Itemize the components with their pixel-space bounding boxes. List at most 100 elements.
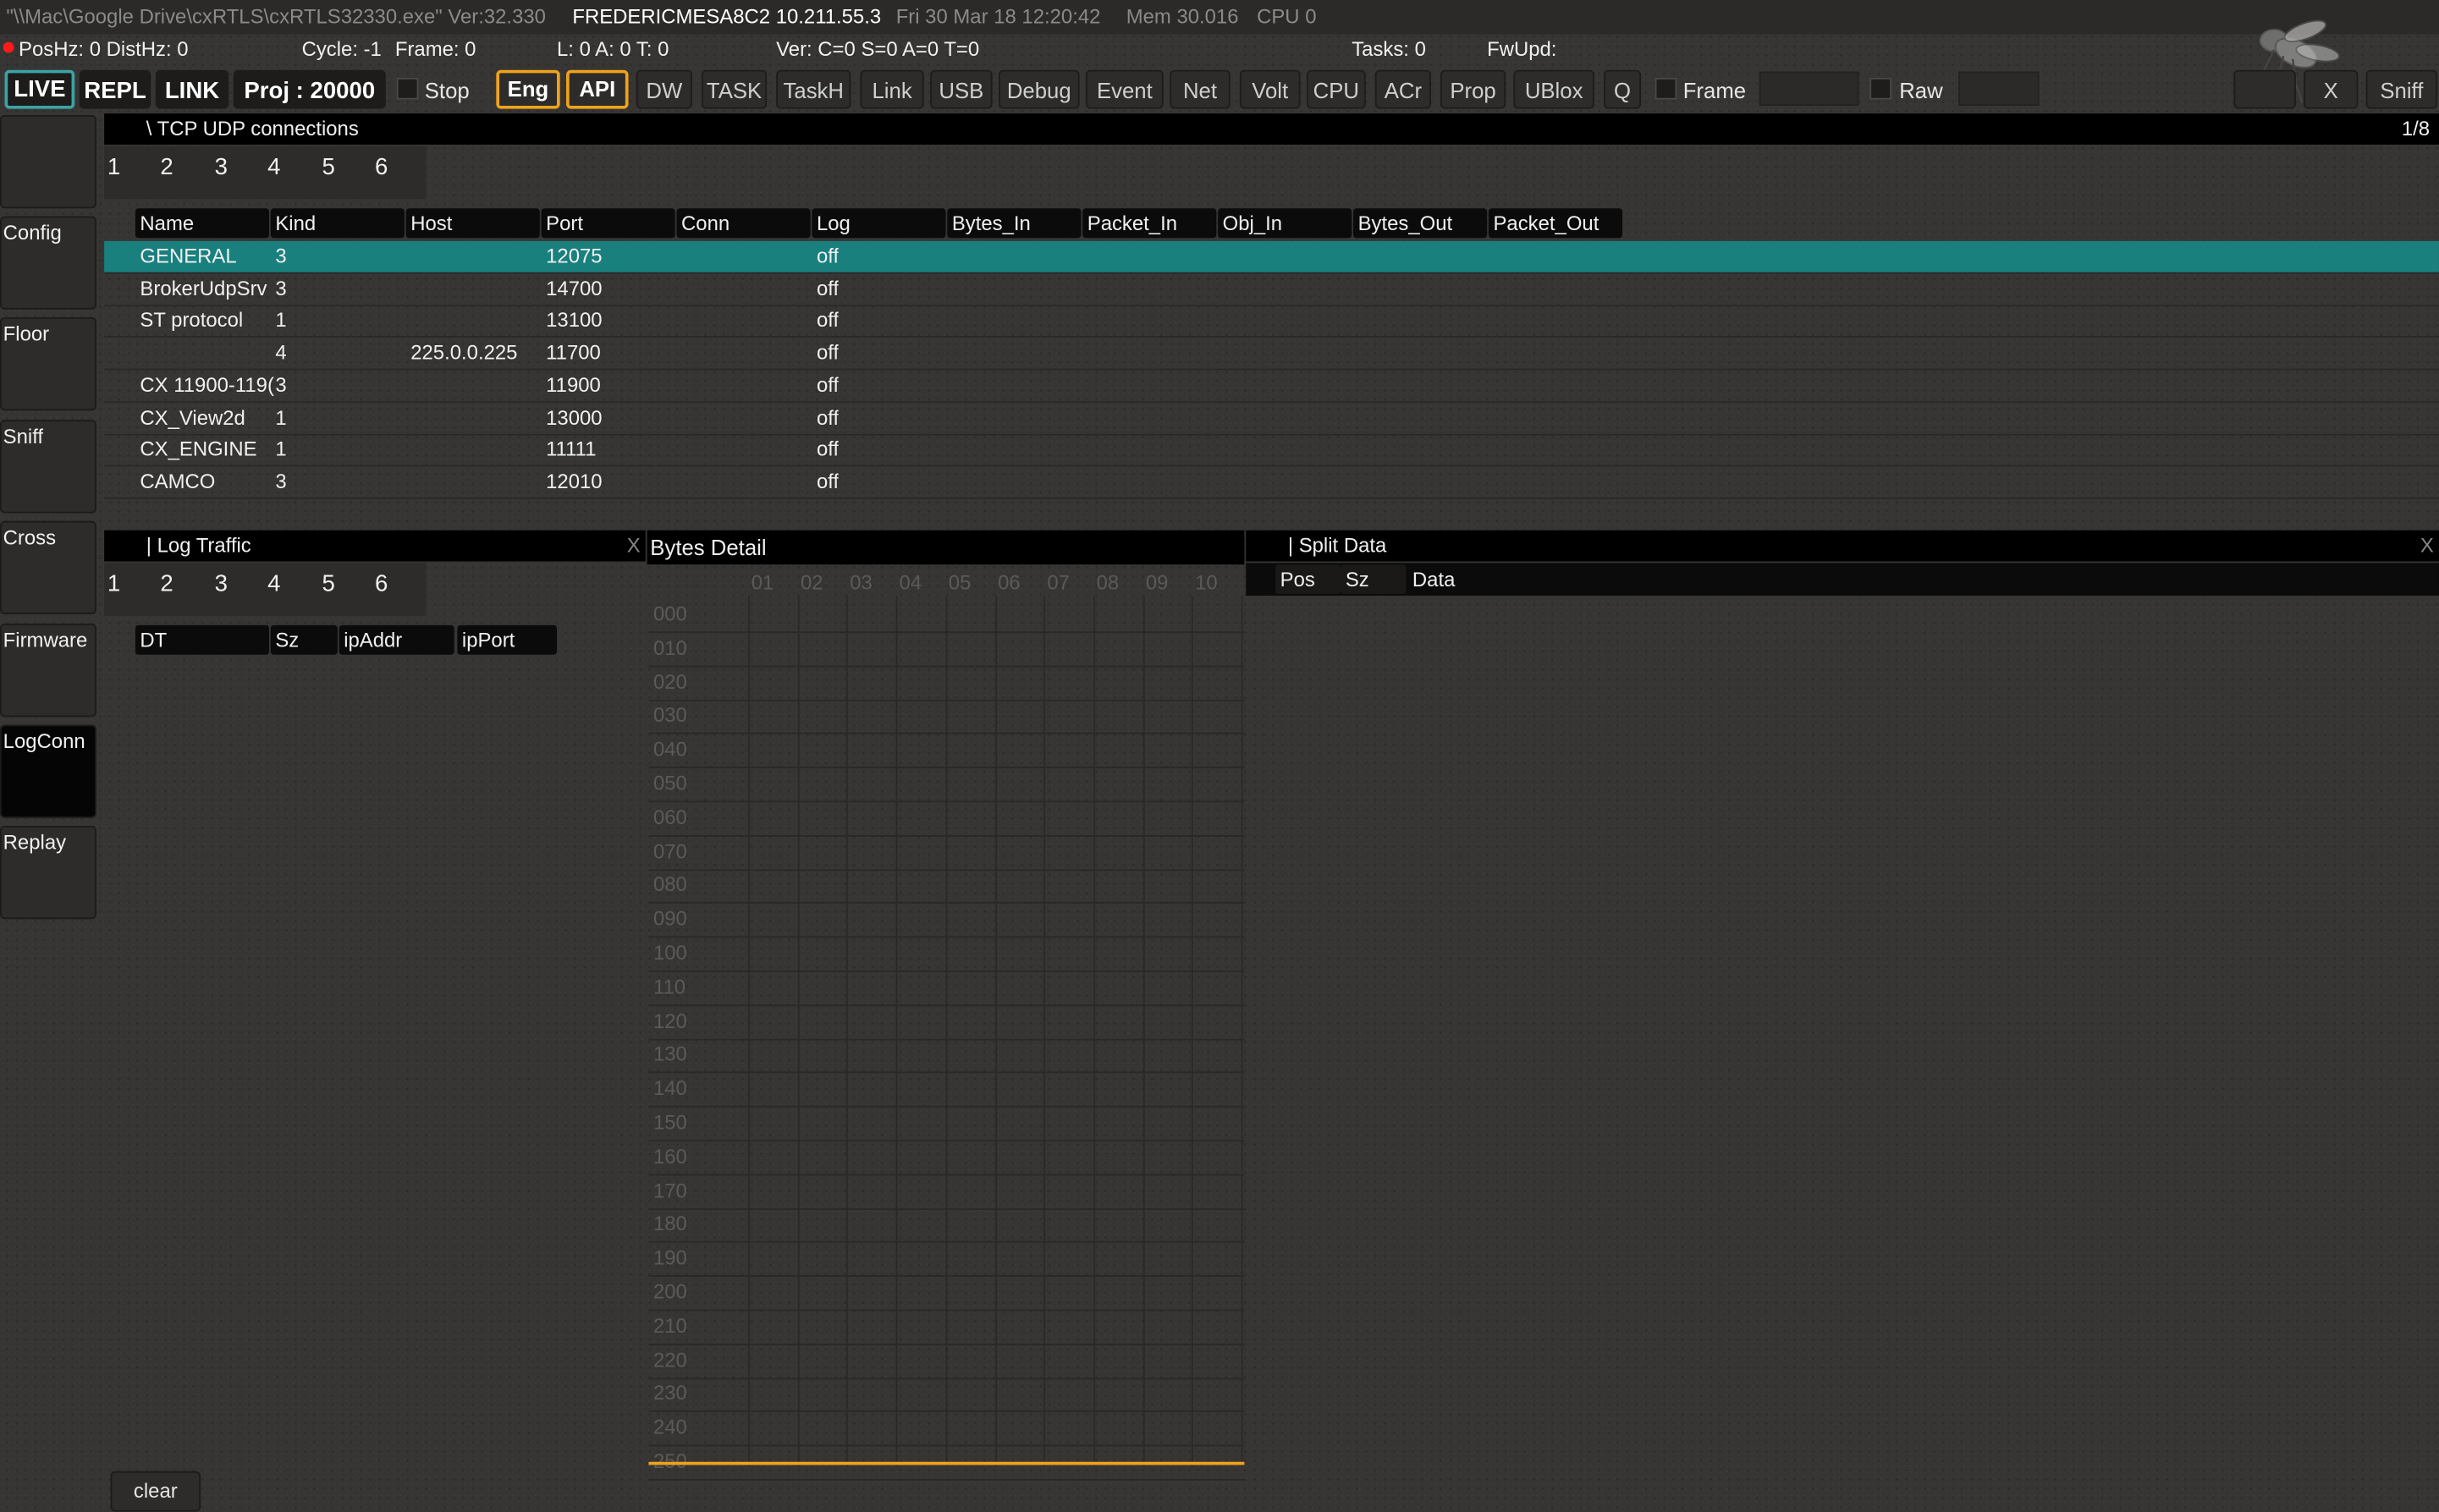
log-traffic-close[interactable]: X (627, 533, 641, 558)
sidebar-item-replay[interactable]: Replay (0, 825, 96, 920)
link-button[interactable]: Link (860, 69, 924, 109)
connection-row[interactable]: 4 225.0.0.225 11700 off (104, 338, 2439, 371)
bytes-row-label: 080 (652, 872, 687, 897)
sidebar-item-cross[interactable]: Cross (0, 520, 96, 615)
grid-line (648, 834, 1245, 837)
sidebar-item-config[interactable]: Config (0, 216, 96, 310)
frame-label: Frame (1682, 77, 1747, 103)
conn-tab-4[interactable]: 4 (267, 154, 280, 180)
conn-col-packet-in[interactable]: Packet_In (1082, 208, 1217, 239)
conn-col-port[interactable]: Port (541, 208, 675, 239)
usb-button[interactable]: USB (930, 69, 993, 109)
dw-button[interactable]: DW (636, 69, 692, 109)
repl-button[interactable]: REPL (79, 69, 151, 109)
q-button[interactable]: Q (1603, 69, 1642, 109)
conn-cell-kind: 1 (275, 308, 287, 333)
poshz-label: PosHz: 0 DistHz: 0 (19, 37, 189, 61)
log-tab-5[interactable]: 5 (322, 571, 334, 597)
net-button[interactable]: Net (1170, 69, 1231, 109)
sidebar-item-logconn[interactable]: LogConn (0, 724, 96, 818)
bytes-detail-grid: 01 02 03 04 05 06 07 08 09 10 000 010 020 030 040 050 06… (648, 564, 1245, 1481)
log-col-dt[interactable]: DT (135, 624, 269, 655)
frame-checkbox[interactable] (1654, 77, 1677, 100)
live-button[interactable]: LIVE (4, 69, 75, 109)
acr-button[interactable]: ACr (1374, 69, 1431, 109)
api-button[interactable]: API (566, 69, 629, 109)
conn-col-obj-in[interactable]: Obj_In (1218, 208, 1352, 239)
conn-col-packet-out[interactable]: Packet_Out (1488, 208, 1623, 239)
grid-line (648, 767, 1245, 769)
sniff-button[interactable]: Sniff (2365, 69, 2438, 109)
connection-row[interactable]: CX_View2d 1 13000 off (104, 402, 2439, 435)
event-button[interactable]: Event (1085, 69, 1164, 109)
conn-tab-1[interactable]: 1 (107, 154, 120, 180)
log-tab-4[interactable]: 4 (267, 571, 280, 597)
conn-tab-3[interactable]: 3 (215, 154, 228, 180)
fly-button[interactable] (2233, 69, 2296, 109)
raw-checkbox[interactable] (1869, 77, 1892, 100)
conn-col-log[interactable]: Log (812, 208, 946, 239)
status-bar: PosHz: 0 DistHz: 0 Cycle: -1 Frame: 0 L:… (0, 34, 2439, 65)
connection-row[interactable]: GENERAL 3 12075 off (104, 240, 2439, 274)
conn-col-kind[interactable]: Kind (270, 208, 405, 239)
conn-tab-2[interactable]: 2 (160, 154, 173, 180)
eng-button[interactable]: Eng (496, 69, 560, 109)
bytes-col-header: 08 (1096, 570, 1120, 595)
bytes-row-label: 140 (652, 1076, 687, 1100)
bytes-row-label: 180 (652, 1212, 687, 1236)
grid-line (648, 1174, 1245, 1176)
conn-col-host[interactable]: Host (405, 208, 540, 239)
split-data-title: | Split Data (1287, 533, 1387, 558)
split-col-pos[interactable]: Pos (1275, 564, 1341, 595)
raw-input[interactable] (1958, 71, 2040, 106)
connection-row[interactable]: ST protocol 1 13100 off (104, 305, 2439, 338)
conn-col-name[interactable]: Name (135, 208, 269, 239)
log-col-ipaddr[interactable]: ipAddr (339, 624, 454, 655)
connection-row[interactable]: BrokerUdpSrv 3 14700 off (104, 273, 2439, 306)
conn-col-bytes-out[interactable]: Bytes_Out (1353, 208, 1488, 239)
volt-button[interactable]: Volt (1239, 69, 1301, 109)
connection-row[interactable]: CX_ENGINE 1 11111 off (104, 434, 2439, 467)
log-tab-2[interactable]: 2 (160, 571, 173, 597)
prop-button[interactable]: Prop (1440, 69, 1506, 109)
log-col-sz[interactable]: Sz (270, 624, 338, 655)
frame-count-label: Frame: 0 (394, 37, 476, 61)
split-data-header: | Split Data X (1246, 530, 2439, 562)
link-mode-button[interactable]: LINK (155, 69, 229, 109)
conn-cell-log: off (816, 276, 840, 300)
grid-line (648, 1377, 1245, 1379)
grid-line (994, 595, 997, 1467)
bytes-row-label: 130 (652, 1042, 687, 1066)
ver-label: Ver: C=0 S=0 A=0 T=0 (776, 37, 980, 61)
sidebar-item-floor[interactable]: Floor (0, 316, 96, 411)
conn-cell-log: off (816, 469, 840, 493)
task-button[interactable]: TASK (701, 69, 768, 109)
sidebar-item-sniff[interactable]: Sniff (0, 420, 96, 514)
connection-row[interactable]: CX 11900-119(3 11900 off (104, 370, 2439, 403)
split-col-data[interactable]: Data (1407, 564, 2439, 595)
cpu-button[interactable]: CPU (1306, 69, 1366, 109)
clear-button[interactable]: clear (110, 1471, 201, 1512)
conn-tab-6[interactable]: 6 (375, 154, 388, 180)
stop-checkbox[interactable] (396, 77, 419, 100)
split-data-close[interactable]: X (2420, 533, 2434, 558)
taskh-button[interactable]: TaskH (776, 69, 851, 109)
bytes-row-label: 040 (652, 737, 687, 761)
project-button[interactable]: Proj : 20000 (233, 69, 386, 109)
sidebar-item-blank[interactable] (0, 115, 96, 209)
log-tab-3[interactable]: 3 (215, 571, 228, 597)
connection-row[interactable]: CAMCO 3 12010 off (104, 466, 2439, 499)
log-tab-1[interactable]: 1 (107, 571, 120, 597)
conn-col-conn[interactable]: Conn (676, 208, 811, 239)
split-col-sz[interactable]: Sz (1341, 564, 1407, 595)
close-x-button[interactable]: X (2304, 69, 2359, 109)
debug-button[interactable]: Debug (998, 69, 1080, 109)
conn-col-bytes-in[interactable]: Bytes_In (947, 208, 1082, 239)
log-col-ipport[interactable]: ipPort (457, 624, 558, 655)
sidebar-item-firmware[interactable]: Firmware (0, 624, 96, 718)
conn-tab-5[interactable]: 5 (322, 154, 334, 180)
frame-input[interactable] (1759, 71, 1859, 106)
ublox-button[interactable]: UBlox (1513, 69, 1594, 109)
conn-cell-kind: 1 (275, 437, 287, 461)
log-tab-6[interactable]: 6 (375, 571, 388, 597)
